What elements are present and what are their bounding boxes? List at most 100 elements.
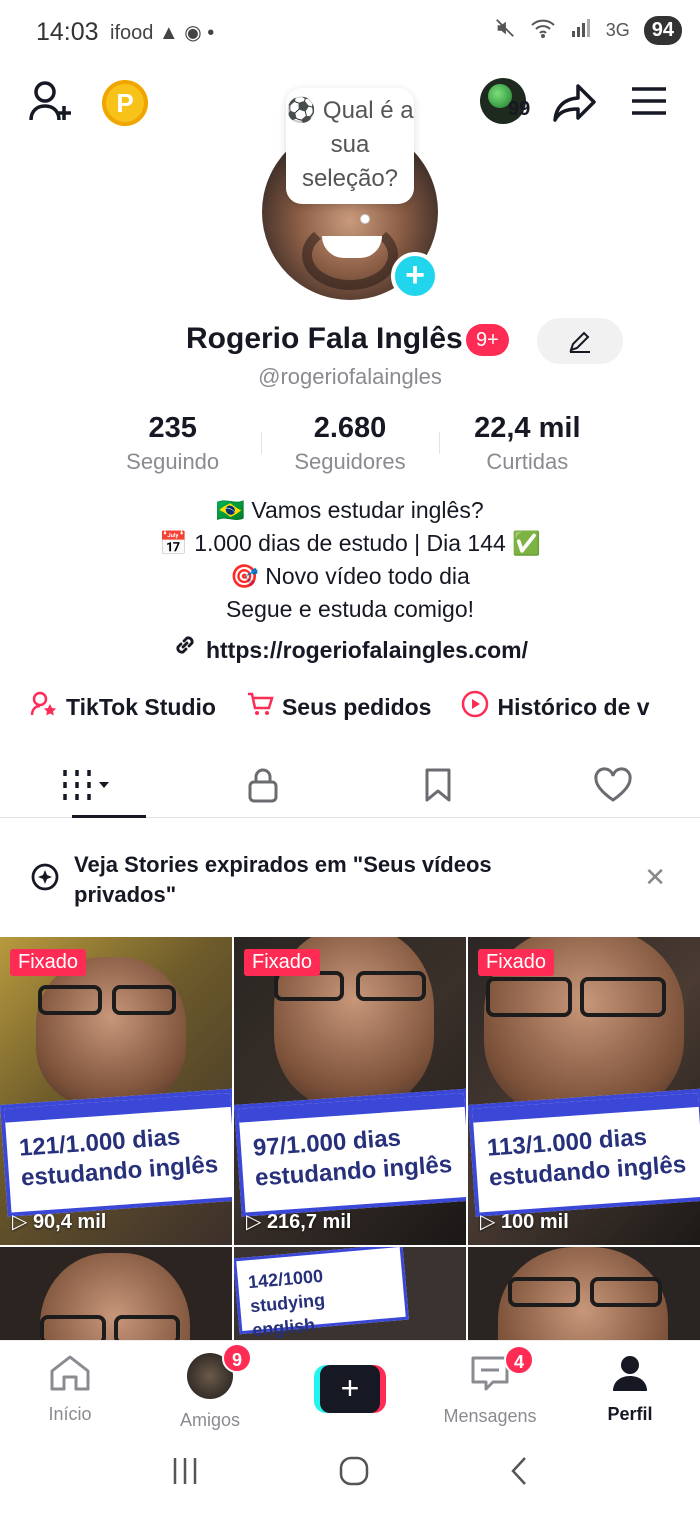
- stat-value: 2.680: [313, 412, 387, 444]
- friends-badge: 9: [222, 1343, 252, 1373]
- cart-icon: [246, 691, 274, 724]
- bio-line: 📅 1.000 dias de estudo | Dia 144 ✅: [159, 530, 541, 556]
- video-tile[interactable]: Fixado 97/1.000 dias estudando inglês ▷ …: [234, 937, 466, 1245]
- mute-icon: [494, 17, 516, 44]
- nav-create[interactable]: +: [280, 1341, 420, 1432]
- tab-saved[interactable]: [350, 752, 525, 817]
- name-row: Rogerio Fala Inglês 9+: [0, 318, 700, 364]
- tiktok-studio-link[interactable]: TikTok Studio: [30, 690, 216, 725]
- link-icon: [172, 632, 198, 664]
- stat-label: Curtidas: [486, 449, 569, 474]
- video-grid: Fixado 121/1.000 dias estudando inglês ▷…: [0, 937, 700, 1347]
- user-star-icon: [30, 691, 58, 724]
- view-count: ▷ 100 mil: [480, 1211, 569, 1233]
- profile-stats: 235 Seguindo 2.680 Seguidores 22,4 mil C…: [84, 412, 616, 476]
- status-bar: 14:03 ifood ▲ ◉ • 3G 94: [0, 0, 700, 66]
- avatar-speech-bubble[interactable]: ⚽ Qual é a sua seleção?: [286, 88, 414, 204]
- story-plus-icon: [30, 862, 60, 897]
- nav-messages[interactable]: 4 Mensagens: [420, 1341, 560, 1432]
- video-caption: 97/1.000 dias estudando inglês: [252, 1124, 453, 1192]
- messages-badge: 4: [504, 1345, 534, 1375]
- plus-icon: +: [320, 1365, 380, 1413]
- create-button[interactable]: +: [314, 1365, 386, 1413]
- status-time: 14:03: [36, 18, 99, 46]
- recents-icon[interactable]: [169, 1456, 201, 1491]
- tab-videos[interactable]: [0, 752, 175, 818]
- video-caption-card: 142/1000 studying english: [234, 1247, 409, 1340]
- nav-label: Mensagens: [443, 1406, 537, 1426]
- stat-label: Seguindo: [126, 449, 220, 474]
- nav-friends[interactable]: 9 Amigos: [140, 1341, 280, 1432]
- back-icon[interactable]: [507, 1455, 531, 1492]
- share-icon[interactable]: [552, 82, 598, 129]
- notification-icons: ifood ▲ ◉ •: [110, 22, 215, 44]
- profile-link[interactable]: https://rogeriofalaingles.com/: [0, 632, 700, 664]
- banner-text: Veja Stories expirados em "Seus vídeos p…: [74, 852, 492, 907]
- expired-stories-banner[interactable]: Veja Stories expirados em "Seus vídeos p…: [0, 836, 700, 922]
- home-icon: [50, 1355, 90, 1391]
- globe-count: 99: [508, 98, 531, 120]
- lock-icon: [248, 768, 277, 802]
- video-caption-card: 97/1.000 dias estudando inglês: [234, 1088, 466, 1217]
- video-tile[interactable]: [468, 1247, 700, 1347]
- view-count: ▷ 216,7 mil: [246, 1211, 352, 1233]
- bio-line: Segue e estuda comigo!: [225, 596, 475, 622]
- profile-handle: @rogeriofalaingles: [258, 364, 442, 389]
- bubble-tail: [360, 214, 370, 224]
- pinned-badge: Fixado: [244, 949, 321, 976]
- pencil-icon: [569, 331, 590, 353]
- video-tile[interactable]: 142/1000 studying english: [234, 1247, 466, 1347]
- tab-private[interactable]: [175, 752, 350, 817]
- bio-line: 🇧🇷 Vamos estudar inglês?: [216, 497, 484, 523]
- video-tile[interactable]: [0, 1247, 232, 1347]
- history-link[interactable]: Histórico de v: [461, 690, 650, 725]
- pinned-badge: Fixado: [10, 949, 87, 976]
- menu-icon[interactable]: [630, 86, 668, 121]
- nav-profile[interactable]: Perfil: [560, 1341, 700, 1432]
- coin-icon[interactable]: P: [102, 80, 148, 126]
- quick-link-label: Seus pedidos: [281, 694, 432, 720]
- profile-tabs: [0, 752, 700, 818]
- status-right: 3G 94: [494, 16, 682, 45]
- bottom-nav: Início 9 Amigos + 4 Mensagens Perfil: [0, 1340, 700, 1432]
- network-type: 3G: [605, 20, 630, 40]
- stat-following[interactable]: 235 Seguindo: [84, 412, 261, 476]
- bio-line: 🎯 Novo vídeo todo dia: [230, 563, 470, 589]
- video-caption-card: 113/1.000 dias estudando inglês: [468, 1088, 700, 1217]
- edit-profile-button[interactable]: [537, 318, 623, 364]
- add-story-button[interactable]: +: [391, 252, 439, 300]
- video-tile[interactable]: Fixado 113/1.000 dias estudando inglês ▷…: [468, 937, 700, 1245]
- quick-link-label: Histórico de v: [497, 694, 650, 720]
- profile-icon: [613, 1356, 647, 1391]
- nav-label: Perfil: [607, 1404, 653, 1424]
- video-tile[interactable]: Fixado 121/1.000 dias estudando inglês ▷…: [0, 937, 232, 1245]
- close-icon[interactable]: ✕: [644, 862, 666, 893]
- orders-link[interactable]: Seus pedidos: [246, 690, 432, 725]
- nav-label: Amigos: [179, 1410, 241, 1430]
- battery-indicator: 94: [643, 16, 682, 45]
- pinned-badge: Fixado: [478, 949, 555, 976]
- home-button-icon[interactable]: [338, 1455, 370, 1492]
- stat-value: 235: [148, 412, 197, 444]
- notification-badge[interactable]: 9+: [466, 324, 509, 356]
- video-caption: 121/1.000 dias estudando inglês: [18, 1123, 219, 1192]
- stat-likes[interactable]: 22,4 mil Curtidas: [438, 412, 616, 476]
- tab-liked[interactable]: [525, 752, 700, 817]
- nav-home[interactable]: Início: [0, 1341, 140, 1432]
- system-nav: [0, 1440, 700, 1506]
- play-circle-icon: [461, 690, 489, 725]
- video-caption: 142/1000 studying english: [247, 1265, 326, 1341]
- wifi-icon: [530, 17, 556, 44]
- bookmark-icon: [425, 768, 450, 801]
- videos-grid-icon: [62, 769, 109, 800]
- heart-icon: [593, 766, 632, 802]
- add-friend-icon[interactable]: [28, 80, 74, 129]
- profile-name: Rogerio Fala Inglês: [186, 322, 463, 355]
- quick-links: TikTok Studio Seus pedidos Histórico de …: [30, 690, 700, 725]
- view-count: ▷ 90,4 mil: [12, 1211, 107, 1233]
- quick-link-label: TikTok Studio: [66, 694, 216, 720]
- nav-label: Início: [48, 1404, 92, 1424]
- stat-followers[interactable]: 2.680 Seguidores: [261, 412, 438, 476]
- signal-icon: [570, 17, 592, 44]
- stat-value: 22,4 mil: [474, 412, 581, 444]
